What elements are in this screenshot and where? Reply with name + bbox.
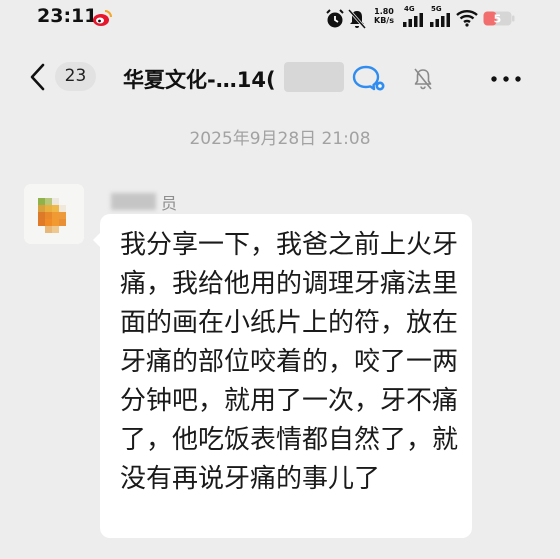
message-timestamp: 2025年9月28日 21:08	[189, 129, 371, 149]
sender-avatar[interactable]	[24, 184, 84, 244]
mute-bell-icon	[414, 68, 432, 90]
network-speed: 1.80 KB/s	[374, 7, 394, 25]
unread-count-badge[interactable]: 23	[55, 62, 96, 91]
group-chat-icon[interactable]	[352, 64, 386, 92]
back-arrow-icon[interactable]	[28, 62, 48, 92]
signal-bars-icon	[403, 13, 423, 27]
chat-title: 华夏文化-…14(	[123, 68, 276, 92]
message-text: 我分享一下，我爸之前上火牙痛，我给他用的调理牙痛法里面的画在小纸片上的符，放在牙…	[120, 230, 459, 494]
weibo-icon	[93, 10, 112, 26]
wifi-icon	[456, 10, 478, 27]
status-bar: 23:11 1.80 KB/s 4G 5G 5	[0, 0, 560, 38]
battery-level: 5	[494, 13, 502, 26]
more-options-icon[interactable]	[490, 75, 522, 83]
redacted-name-block	[111, 193, 156, 210]
bell-off-icon	[348, 9, 366, 29]
battery-icon: 5	[483, 11, 515, 26]
chat-header: 23 华夏文化-…14(	[0, 38, 560, 116]
signal-bars-icon-2	[430, 13, 450, 27]
alarm-icon	[326, 9, 344, 28]
avatar-image	[24, 184, 84, 244]
redacted-title-block	[284, 62, 344, 92]
status-time: 23:11	[37, 5, 98, 27]
